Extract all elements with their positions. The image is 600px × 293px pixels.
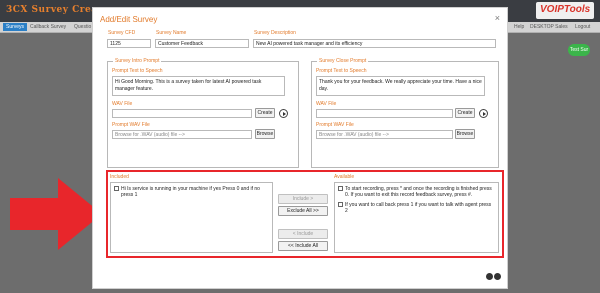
close-tts-textarea[interactable]: Thank you for your feedback. We really a… <box>316 76 485 96</box>
intro-prompt-wav-label: Prompt WAV File <box>112 122 150 128</box>
intro-tts-textarea[interactable]: Hi Good Morning. This is a survey taken … <box>112 76 285 96</box>
close-browse-button[interactable]: Browse <box>455 129 475 139</box>
included-listbox[interactable]: Hi Is service is running in your machine… <box>110 182 273 253</box>
survey-cfd-input[interactable]: 1125 <box>107 39 151 48</box>
nav-surveys[interactable]: Surveys <box>3 23 28 31</box>
app-logo: 3CX Survey Crea <box>6 5 98 15</box>
survey-cfd-label: Survey CFD <box>108 30 136 36</box>
voiptools-logo: VOIPTools <box>536 2 594 19</box>
dialog-actions <box>485 273 501 282</box>
survey-intro-fieldset: Survey Intro Prompt Prompt Text to Speec… <box>107 58 299 168</box>
checkbox[interactable] <box>114 186 119 191</box>
nav-logout[interactable]: Logout <box>575 24 590 30</box>
close-play-icon[interactable] <box>479 109 488 118</box>
red-arrow-icon <box>10 178 102 250</box>
nav-desktop-sales[interactable]: DESKTOP Sales <box>530 24 568 30</box>
available-listbox[interactable]: To start recording, press * and once the… <box>334 182 499 253</box>
close-legend: Survey Close Prompt <box>317 58 369 64</box>
exclude-button[interactable]: < Include <box>278 229 328 239</box>
close-tts-label: Prompt Text to Speech <box>316 68 367 74</box>
intro-browse-button[interactable]: Browse <box>255 129 275 139</box>
survey-description-label: Survey Description <box>254 30 296 36</box>
close-wav-label: WAV File <box>316 101 337 107</box>
close-wav-input[interactable] <box>316 109 453 118</box>
include-all-button[interactable]: << Include All <box>278 241 328 251</box>
intro-prompt-wav-input[interactable]: Browse for .WAV (audio) file --> <box>112 130 252 139</box>
close-prompt-wav-input[interactable]: Browse for .WAV (audio) file --> <box>316 130 453 139</box>
intro-tts-label: Prompt Text to Speech <box>112 68 163 74</box>
survey-description-input[interactable]: New AI powered task manager and its effi… <box>253 39 496 48</box>
list-item[interactable]: Hi Is service is running in your machine… <box>114 186 269 198</box>
list-item[interactable]: If you want to call back press 1 if you … <box>338 202 496 214</box>
included-label: Included <box>110 174 129 180</box>
close-icon[interactable]: × <box>495 13 500 23</box>
survey-close-fieldset: Survey Close Prompt Prompt Text to Speec… <box>311 58 499 168</box>
intro-wav-label: WAV File <box>112 101 133 107</box>
dialog-title: Add/Edit Survey <box>100 15 158 24</box>
close-create-button[interactable]: Create <box>455 108 475 118</box>
close-prompt-wav-label: Prompt WAV File <box>316 122 354 128</box>
available-label: Available <box>334 174 355 180</box>
list-item[interactable]: To start recording, press * and once the… <box>338 186 496 198</box>
nav-questions[interactable]: Questio <box>74 24 91 30</box>
survey-name-input[interactable]: Customer Feedback <box>155 39 249 48</box>
test-survey-button[interactable]: Test Sur <box>568 44 590 56</box>
include-button[interactable]: Include > <box>278 194 328 204</box>
questions-selection-area: Included Hi Is service is running in you… <box>106 170 504 258</box>
survey-name-label: Survey Name <box>156 30 187 36</box>
checkbox[interactable] <box>338 186 343 191</box>
nav-callback-survey[interactable]: Callback Survey <box>30 24 66 30</box>
save-icon[interactable] <box>486 273 493 280</box>
intro-wav-input[interactable] <box>112 109 252 118</box>
intro-legend: Survey Intro Prompt <box>113 58 162 64</box>
intro-create-button[interactable]: Create <box>255 108 275 118</box>
intro-play-icon[interactable] <box>279 109 288 118</box>
exclude-all-button[interactable]: Exclude All >> <box>278 206 328 216</box>
nav-help[interactable]: Help <box>514 24 524 30</box>
checkbox[interactable] <box>338 202 343 207</box>
cancel-icon[interactable] <box>494 273 501 280</box>
